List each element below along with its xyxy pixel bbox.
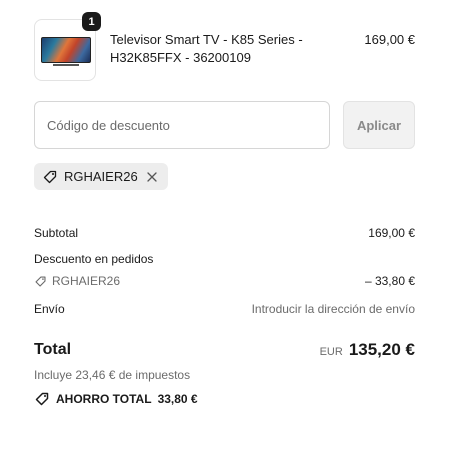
apply-discount-button[interactable]: Aplicar bbox=[343, 101, 415, 149]
quantity-badge: 1 bbox=[82, 12, 101, 31]
subtotal-row: Subtotal 169,00 € bbox=[34, 226, 415, 240]
total-currency: EUR bbox=[319, 346, 343, 358]
applied-discount-code: RGHAIER26 bbox=[64, 169, 138, 184]
discount-code-input[interactable] bbox=[34, 101, 330, 149]
discount-code-form: Aplicar bbox=[34, 101, 415, 149]
subtotal-label: Subtotal bbox=[34, 226, 79, 240]
taxes-row: Incluye 23,46 € de impuestos bbox=[34, 368, 415, 382]
order-discount-row: Descuento en pedidos bbox=[34, 252, 415, 266]
order-discount-code-row: RGHAIER26 – 33,80 € bbox=[34, 274, 415, 288]
tag-icon bbox=[42, 169, 58, 185]
applied-discount-chip: RGHAIER26 bbox=[34, 163, 168, 190]
tv-image bbox=[41, 37, 91, 63]
savings-row: AHORRO TOTAL 33,80 € bbox=[34, 391, 415, 407]
order-discount-value: – 33,80 € bbox=[364, 274, 415, 288]
product-title: Televisor Smart TV - K85 Series - H32K85… bbox=[110, 32, 303, 65]
total-amount: EUR 135,20 € bbox=[320, 340, 415, 360]
shipping-row: Envío Introducir la dirección de envío bbox=[34, 302, 415, 316]
tag-icon bbox=[34, 275, 47, 288]
tag-icon bbox=[34, 391, 50, 407]
total-value: 135,20 € bbox=[348, 340, 415, 359]
savings-value: 33,80 € bbox=[157, 392, 198, 406]
order-discount-label: Descuento en pedidos bbox=[34, 252, 154, 266]
subtotal-value: 169,00 € bbox=[368, 226, 415, 240]
close-icon[interactable] bbox=[146, 171, 158, 183]
savings-label: AHORRO TOTAL bbox=[56, 392, 152, 406]
product-price: 169,00 € bbox=[364, 32, 415, 47]
total-savings: AHORRO TOTAL 33,80 € bbox=[34, 391, 198, 407]
product-thumbnail-wrapper: 1 bbox=[34, 12, 101, 81]
shipping-label: Envío bbox=[34, 302, 65, 316]
total-label: Total bbox=[34, 341, 72, 358]
order-discount-code: RGHAIER26 bbox=[34, 274, 120, 288]
taxes-note: Incluye 23,46 € de impuestos bbox=[34, 368, 191, 382]
order-discount-code-text: RGHAIER26 bbox=[52, 274, 121, 288]
total-row: Total EUR 135,20 € bbox=[34, 338, 415, 362]
cart-line-item: 1 Televisor Smart TV - K85 Series - H32K… bbox=[34, 12, 415, 81]
shipping-value: Introducir la dirección de envío bbox=[251, 302, 415, 316]
tv-stand-image bbox=[53, 64, 79, 66]
